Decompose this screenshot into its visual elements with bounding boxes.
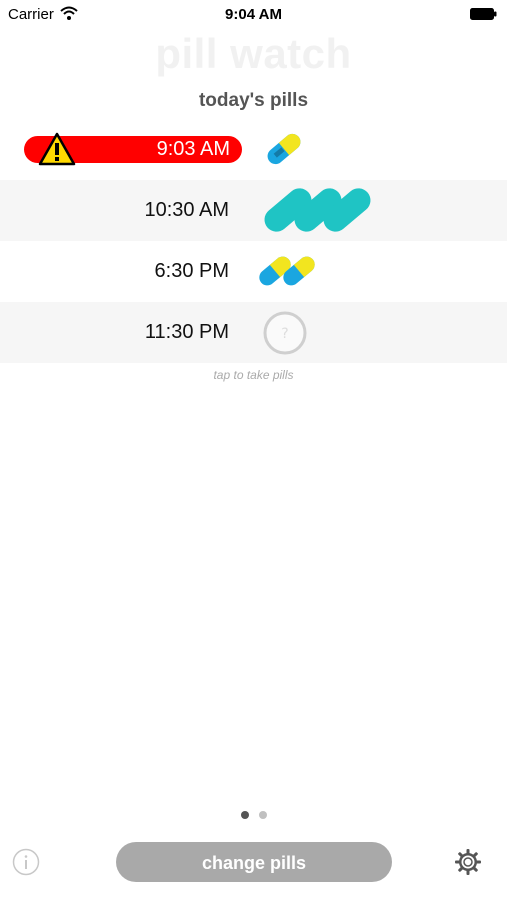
page-indicator[interactable]	[0, 806, 507, 824]
capsule-icon[interactable]	[255, 119, 380, 180]
dose-time: 11:30 PM	[144, 321, 229, 343]
dose-row-overdue[interactable]: 9:03 AM	[0, 119, 507, 180]
page-dot-active[interactable]	[240, 811, 249, 819]
warning-icon	[38, 132, 76, 166]
dose-row[interactable]: 10:30 AM	[0, 180, 507, 241]
dose-time: 6:30 PM	[154, 260, 229, 282]
page-dot[interactable]	[258, 811, 267, 819]
status-bar: Carrier 9:04 AM	[0, 0, 507, 28]
dose-row[interactable]: 6:30 PM	[0, 241, 507, 302]
capsule-group-icon[interactable]	[255, 241, 380, 302]
dose-time: 10:30 AM	[144, 199, 229, 221]
svg-text:?: ?	[281, 326, 288, 342]
clock: 9:04 AM	[225, 6, 282, 23]
dose-time: 9:03 AM	[156, 138, 230, 160]
section-title: today's pills	[198, 90, 309, 111]
app-title: pill watch	[155, 30, 352, 77]
gear-icon[interactable]	[454, 848, 482, 876]
capsule-group-icon[interactable]	[255, 180, 380, 241]
info-icon[interactable]	[12, 848, 40, 876]
unknown-pill-icon[interactable]: ?	[255, 302, 380, 363]
battery-icon	[470, 8, 497, 20]
change-pills-button[interactable]: change pills	[116, 842, 392, 882]
tap-hint: tap to take pills	[213, 368, 294, 382]
dose-row[interactable]: 11:30 PM ?	[0, 302, 507, 363]
